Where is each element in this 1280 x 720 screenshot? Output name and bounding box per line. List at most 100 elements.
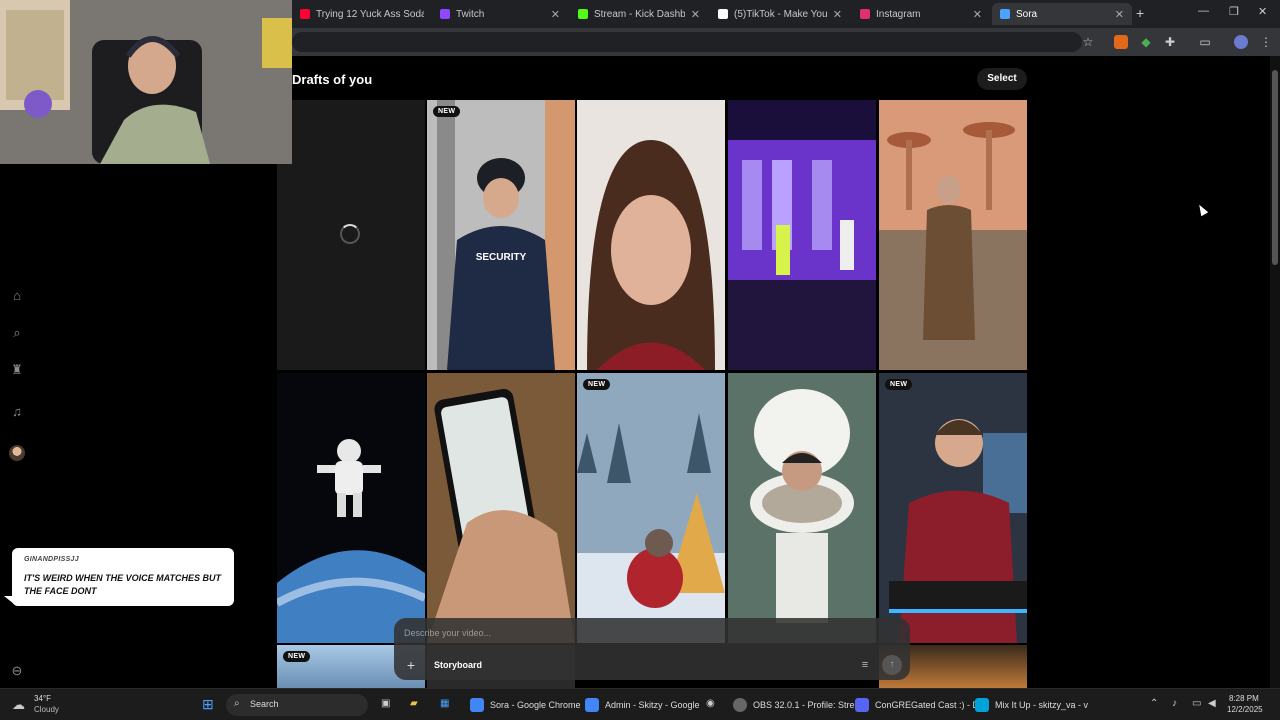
profile-icon[interactable]	[1234, 35, 1248, 49]
tab-instagram[interactable]: Instagram ✕	[852, 3, 990, 25]
draft-tile-gamer[interactable]: NEW	[879, 373, 1027, 643]
chevron-up-icon[interactable]: ⌃	[1150, 698, 1158, 709]
screen: Trying 12 Yuck Ass Sodas! Twitch ✕ Strea…	[0, 0, 1280, 720]
windows-start-icon[interactable]: ⊞	[202, 696, 214, 713]
home-icon[interactable]: ⌂	[9, 288, 25, 304]
search-label: Search	[250, 699, 279, 709]
weather-temperature[interactable]: 34°F	[34, 694, 51, 703]
new-tab-button[interactable]: +	[1136, 5, 1144, 21]
new-badge: NEW	[283, 651, 311, 662]
tab-twitch[interactable]: Twitch ✕	[432, 3, 568, 25]
draft-tile-phone[interactable]	[427, 373, 575, 643]
taskbar-app-label: ConGREGated Cast :) - D	[875, 700, 980, 710]
page-title: Drafts of you	[292, 72, 373, 87]
prompt-composer: + Storyboard ≡ ↑	[394, 618, 910, 680]
tab-label: Twitch	[456, 8, 485, 20]
draft-tile-snowcamp[interactable]: NEW	[577, 373, 725, 643]
search-icon[interactable]: ⌕	[9, 325, 25, 341]
toilet-head-image	[728, 373, 876, 643]
microphone-icon[interactable]: ♪	[1172, 698, 1177, 709]
more-options-icon[interactable]: ⊖	[9, 663, 25, 679]
mixitup-icon	[975, 698, 989, 712]
avatar[interactable]	[9, 445, 25, 461]
window-close-icon[interactable]: ✕	[1258, 5, 1267, 18]
clock-time[interactable]: 8:28 PM	[1229, 694, 1259, 703]
chat-bubble-tail	[4, 596, 14, 604]
close-icon[interactable]: ✕	[551, 8, 560, 21]
tiktok-icon	[718, 9, 728, 19]
tab-sora[interactable]: Sora ✕	[992, 3, 1132, 25]
new-badge: NEW	[885, 379, 913, 390]
file-explorer-icon[interactable]: ▰	[410, 698, 418, 709]
taskbar-app-sora-chrome[interactable]: Sora - Google Chrome	[470, 697, 581, 713]
taskbar-app-label: Sora - Google Chrome	[490, 700, 581, 710]
concert-stage-image	[728, 100, 876, 370]
taskbar-app-discord[interactable]: ConGREGated Cast :) - D	[855, 697, 979, 713]
astronaut-image	[277, 373, 425, 643]
chat-bubble: GINANDPISSJJ IT'S WEIRD WHEN THE VOICE M…	[12, 548, 234, 606]
gamer-desk-image	[879, 373, 1027, 643]
tab-youtube[interactable]: Trying 12 Yuck Ass Sodas!	[292, 3, 432, 25]
tab-label: Sora	[1016, 8, 1038, 20]
settings-sliders-icon[interactable]: ≡	[858, 658, 872, 672]
draft-tile-woman[interactable]	[577, 100, 725, 370]
menu-kebab-icon[interactable]: ⋮	[1259, 35, 1273, 49]
store-icon[interactable]: ▦	[440, 698, 449, 709]
add-media-button[interactable]: +	[402, 656, 420, 674]
loading-spinner-icon	[340, 224, 360, 244]
send-button[interactable]: ↑	[882, 655, 902, 675]
close-icon[interactable]: ✕	[973, 8, 982, 21]
taskbar-app-obs[interactable]: OBS 32.0.1 - Profile: Stre	[733, 697, 855, 713]
speaker-icon[interactable]: ◀	[1208, 698, 1216, 709]
snow-camp-image	[577, 373, 725, 643]
taskbar-app-label: OBS 32.0.1 - Profile: Stre	[753, 700, 855, 710]
prompt-input[interactable]	[404, 628, 884, 638]
sidepanel-icon[interactable]: ▭	[1198, 35, 1212, 49]
app-circle-icon[interactable]: ◉	[706, 698, 715, 709]
draft-tile-concert[interactable]	[728, 100, 876, 370]
chrome-icon	[585, 698, 599, 712]
draft-tile-astronaut[interactable]	[277, 373, 425, 643]
webcam-overlay	[0, 0, 292, 164]
draft-tile-toilet[interactable]	[728, 373, 876, 643]
task-view-icon[interactable]: ▣	[381, 698, 390, 709]
bookmark-star-icon[interactable]: ☆	[1081, 35, 1095, 49]
windows-taskbar: ☁ 34°F Cloudy ⊞ ⌕ Search ▣ ▰ ▦ Sora - Go…	[0, 688, 1280, 720]
svg-text:SECURITY: SECURITY	[476, 252, 527, 263]
shield-extension-icon[interactable]: ◆	[1139, 35, 1153, 49]
security-guard-image: SECURITY	[427, 100, 575, 370]
extension-orange-icon[interactable]	[1114, 35, 1128, 49]
taskbar-app-admin-chrome[interactable]: Admin - Skitzy - Google	[585, 697, 700, 713]
cloud-weather-icon: ☁	[12, 697, 25, 712]
scrollbar-thumb[interactable]	[1272, 70, 1278, 265]
bell-icon[interactable]: ♫	[9, 404, 25, 420]
tab-kick[interactable]: Stream - Kick Dashboard ✕	[570, 3, 708, 25]
minimize-icon[interactable]: —	[1198, 5, 1209, 17]
tab-tiktok[interactable]: (5)TikTok - Make Your Day ✕	[710, 3, 850, 25]
search-icon: ⌕	[234, 698, 240, 709]
chat-username: GINANDPISSJJ	[24, 556, 79, 563]
select-button[interactable]: Select	[977, 68, 1027, 90]
twitch-icon	[440, 9, 450, 19]
extensions-puzzle-icon[interactable]: ✚	[1163, 35, 1177, 49]
close-icon[interactable]: ✕	[1115, 8, 1124, 21]
weather-condition[interactable]: Cloudy	[34, 705, 59, 714]
phone-map-image	[427, 373, 575, 643]
close-icon[interactable]: ✕	[691, 8, 700, 21]
discord-icon	[855, 698, 869, 712]
draft-tile-wanderer[interactable]	[879, 100, 1027, 370]
address-bar[interactable]	[292, 32, 1082, 52]
draft-tile-security[interactable]: SECURITY NEW	[427, 100, 575, 370]
taskbar-app-mixitup[interactable]: Mix It Up - skitzy_va - v	[975, 697, 1088, 713]
chrome-icon	[470, 698, 484, 712]
trophy-icon[interactable]: ♜	[9, 362, 25, 378]
close-icon[interactable]: ✕	[833, 8, 842, 21]
network-icon[interactable]: ▭	[1192, 698, 1201, 709]
clock-date[interactable]: 12/2/2025	[1227, 705, 1263, 714]
sora-icon	[1000, 9, 1010, 19]
restore-icon[interactable]: ❐	[1229, 5, 1239, 18]
taskbar-search[interactable]: ⌕ Search	[226, 694, 368, 716]
chat-message: IT'S WEIRD WHEN THE VOICE MATCHES BUT TH…	[24, 573, 221, 596]
storyboard-button[interactable]: Storyboard	[428, 656, 488, 674]
obs-icon	[733, 698, 747, 712]
